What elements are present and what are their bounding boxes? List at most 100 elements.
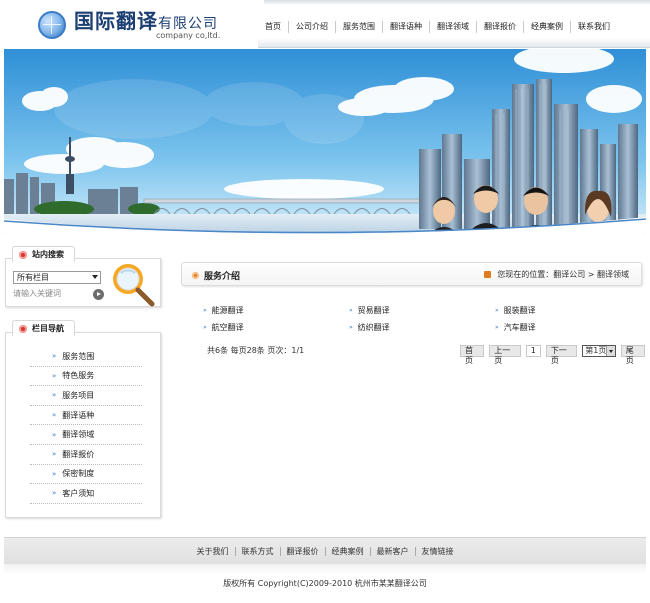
double-arrow-icon: » [203,307,207,314]
double-arrow-icon: » [495,307,499,314]
last-page-button[interactable]: 尾页 [620,345,645,365]
sidebar-list: » 服务范围 » 特色服务 » 服务项目 » 翻译语种 » 翻译领域 » 翻译报价 » 保密制… [30,347,142,504]
category-select[interactable]: 所有栏目 [13,271,101,284]
footer-link-friends[interactable]: 友情链接 [414,547,460,556]
sidebar-item-label: 客户须知 [62,488,95,498]
breadcrumb-text[interactable]: 您现在的位置：翻译公司 > 翻译领域 [497,269,629,280]
nav-item-about[interactable]: 公司介绍 [288,21,335,33]
keyword-input[interactable]: 请输入关键词 [13,288,89,300]
sidebar-panel: 栏目导航 » 服务范围 » 特色服务 » 服务项目 » 翻译语种 » 翻译领域 » 翻译报价… [5,320,161,518]
banner-image [4,49,646,235]
chevron-down-icon [92,275,98,279]
breadcrumb: 您现在的位置：翻译公司 > 翻译领域 [484,269,629,280]
sidebar-panel-header: 栏目导航 [12,320,75,336]
magnifier-icon [113,264,155,307]
globe-icon [38,11,66,39]
pagination: 首页 上一页 1 下一页 第1页 尾页 [460,345,650,365]
article-list: » 能源翻译 » 贸易翻译 » 服装翻译 » 航空翻译 » 纺织翻译 » 汽车翻译 [203,305,643,333]
next-page-button[interactable]: 下一页 [545,345,578,365]
footer-link-cases[interactable]: 经典案例 [324,547,370,556]
list-item[interactable]: » 汽车翻译 [495,322,641,333]
nav-bottom-bar [258,38,650,48]
section-title-text: 服务介绍 [204,272,241,282]
list-item-label: 能源翻译 [211,306,244,315]
double-arrow-icon: » [52,391,57,400]
list-item[interactable]: » 贸易翻译 [349,305,495,316]
sidebar-item-fields[interactable]: » 翻译领域 [30,425,142,445]
sidebar-item-featured[interactable]: » 特色服务 [30,367,142,387]
double-arrow-icon: » [52,430,57,439]
sidebar-item-services[interactable]: » 服务范围 [30,347,142,367]
list-item-label: 纺织翻译 [357,323,390,332]
sidebar-item-label: 服务范围 [62,351,95,361]
sidebar-item-label: 保密制度 [62,469,95,479]
search-panel-title: 站内搜索 [32,250,64,259]
double-arrow-icon: » [52,489,57,498]
section-title: 服务介绍 [192,269,240,282]
search-panel-header: 站内搜索 [12,246,75,262]
prev-page-button[interactable]: 上一页 [489,345,521,365]
footer-link-clients[interactable]: 最新客户 [369,547,415,556]
double-arrow-icon: » [52,352,57,361]
double-arrow-icon: » [52,469,57,478]
footer-link-pricing[interactable]: 翻译报价 [279,547,325,556]
nav-item-contact[interactable]: 联系我们 [570,21,617,33]
list-item[interactable]: » 能源翻译 [203,305,349,316]
search-submit-button[interactable] [93,289,104,300]
sidebar-item-label: 翻译报价 [62,449,95,459]
sidebar-item-notice[interactable]: » 客户须知 [30,484,142,504]
footer-link-contact[interactable]: 联系方式 [234,547,280,556]
bullet-icon [19,250,27,259]
sidebar-item-languages[interactable]: » 翻译语种 [30,406,142,426]
location-icon [484,271,492,278]
logo[interactable]: 国际翻译有限公司 company co,ltd. [38,10,220,40]
footer-links-bar: 关于我们 联系方式 翻译报价 经典案例 最新客户 友情链接 [4,537,646,564]
first-page-button[interactable]: 首页 [460,345,485,365]
top-nav: 首页 公司介绍 服务范围 翻译语种 翻译领域 翻译报价 经典案例 联系我们 [258,0,650,50]
sidebar-panel-title: 栏目导航 [32,324,64,333]
nav-item-cases[interactable]: 经典案例 [523,21,570,33]
header: 国际翻译有限公司 company co,ltd. 首页 公司介绍 服务范围 翻译… [0,0,650,50]
footer-link-about[interactable]: 关于我们 [191,547,235,556]
page-select-value: 第1页 [585,346,607,355]
nav-item-languages[interactable]: 翻译语种 [382,21,429,33]
logo-cn-main: 国际翻译 [74,9,158,33]
logo-en: company co,ltd. [156,31,221,40]
double-arrow-icon: » [203,324,207,331]
double-arrow-icon: » [52,371,57,380]
sidebar-item-confidentiality[interactable]: » 保密制度 [30,465,142,485]
page-select[interactable]: 第1页 [582,345,616,357]
nav-menu: 首页 公司介绍 服务范围 翻译语种 翻译领域 翻译报价 经典案例 联系我们 [258,21,617,33]
city-skyline-illustration [4,49,646,235]
double-arrow-icon: » [349,324,353,331]
sidebar-item-label: 翻译语种 [62,410,95,420]
list-item-label: 航空翻译 [211,323,244,332]
bullet-icon [192,272,199,279]
footer-links: 关于我们 联系方式 翻译报价 经典案例 最新客户 友情链接 [4,547,646,556]
nav-item-fields[interactable]: 翻译领域 [429,21,476,33]
sidebar-item-label: 特色服务 [62,371,95,381]
list-item-label: 贸易翻译 [357,306,390,315]
double-arrow-icon: » [349,307,353,314]
double-arrow-icon: » [52,450,57,459]
sidebar-item-pricing[interactable]: » 翻译报价 [30,445,142,465]
list-item-label: 汽车翻译 [503,323,536,332]
nav-item-pricing[interactable]: 翻译报价 [476,21,523,33]
double-arrow-icon: » [495,324,499,331]
nav-top-bar [264,0,650,4]
content-header: 服务介绍 您现在的位置：翻译公司 > 翻译领域 [181,262,642,286]
nav-item-home[interactable]: 首页 [258,21,288,33]
pagination-info: 共6条 每页28条 页次：1/1 [207,346,305,355]
sidebar-item-label: 服务项目 [62,390,95,400]
sidebar-item-projects[interactable]: » 服务项目 [30,386,142,406]
current-page-number[interactable]: 1 [525,345,541,357]
list-item-label: 服装翻译 [503,306,536,315]
nav-item-services[interactable]: 服务范围 [335,21,382,33]
search-panel: 站内搜索 所有栏目 请输入关键词 [5,246,161,307]
list-item[interactable]: » 纺织翻译 [349,322,495,333]
sidebar-item-label: 翻译领域 [62,430,95,440]
copyright-text: 版权所有 Copyright(C)2009-2010 杭州市某某翻译公司 [223,579,427,588]
list-item[interactable]: » 航空翻译 [203,322,349,333]
list-item[interactable]: » 服装翻译 [495,305,641,316]
footer-divider [4,564,646,574]
